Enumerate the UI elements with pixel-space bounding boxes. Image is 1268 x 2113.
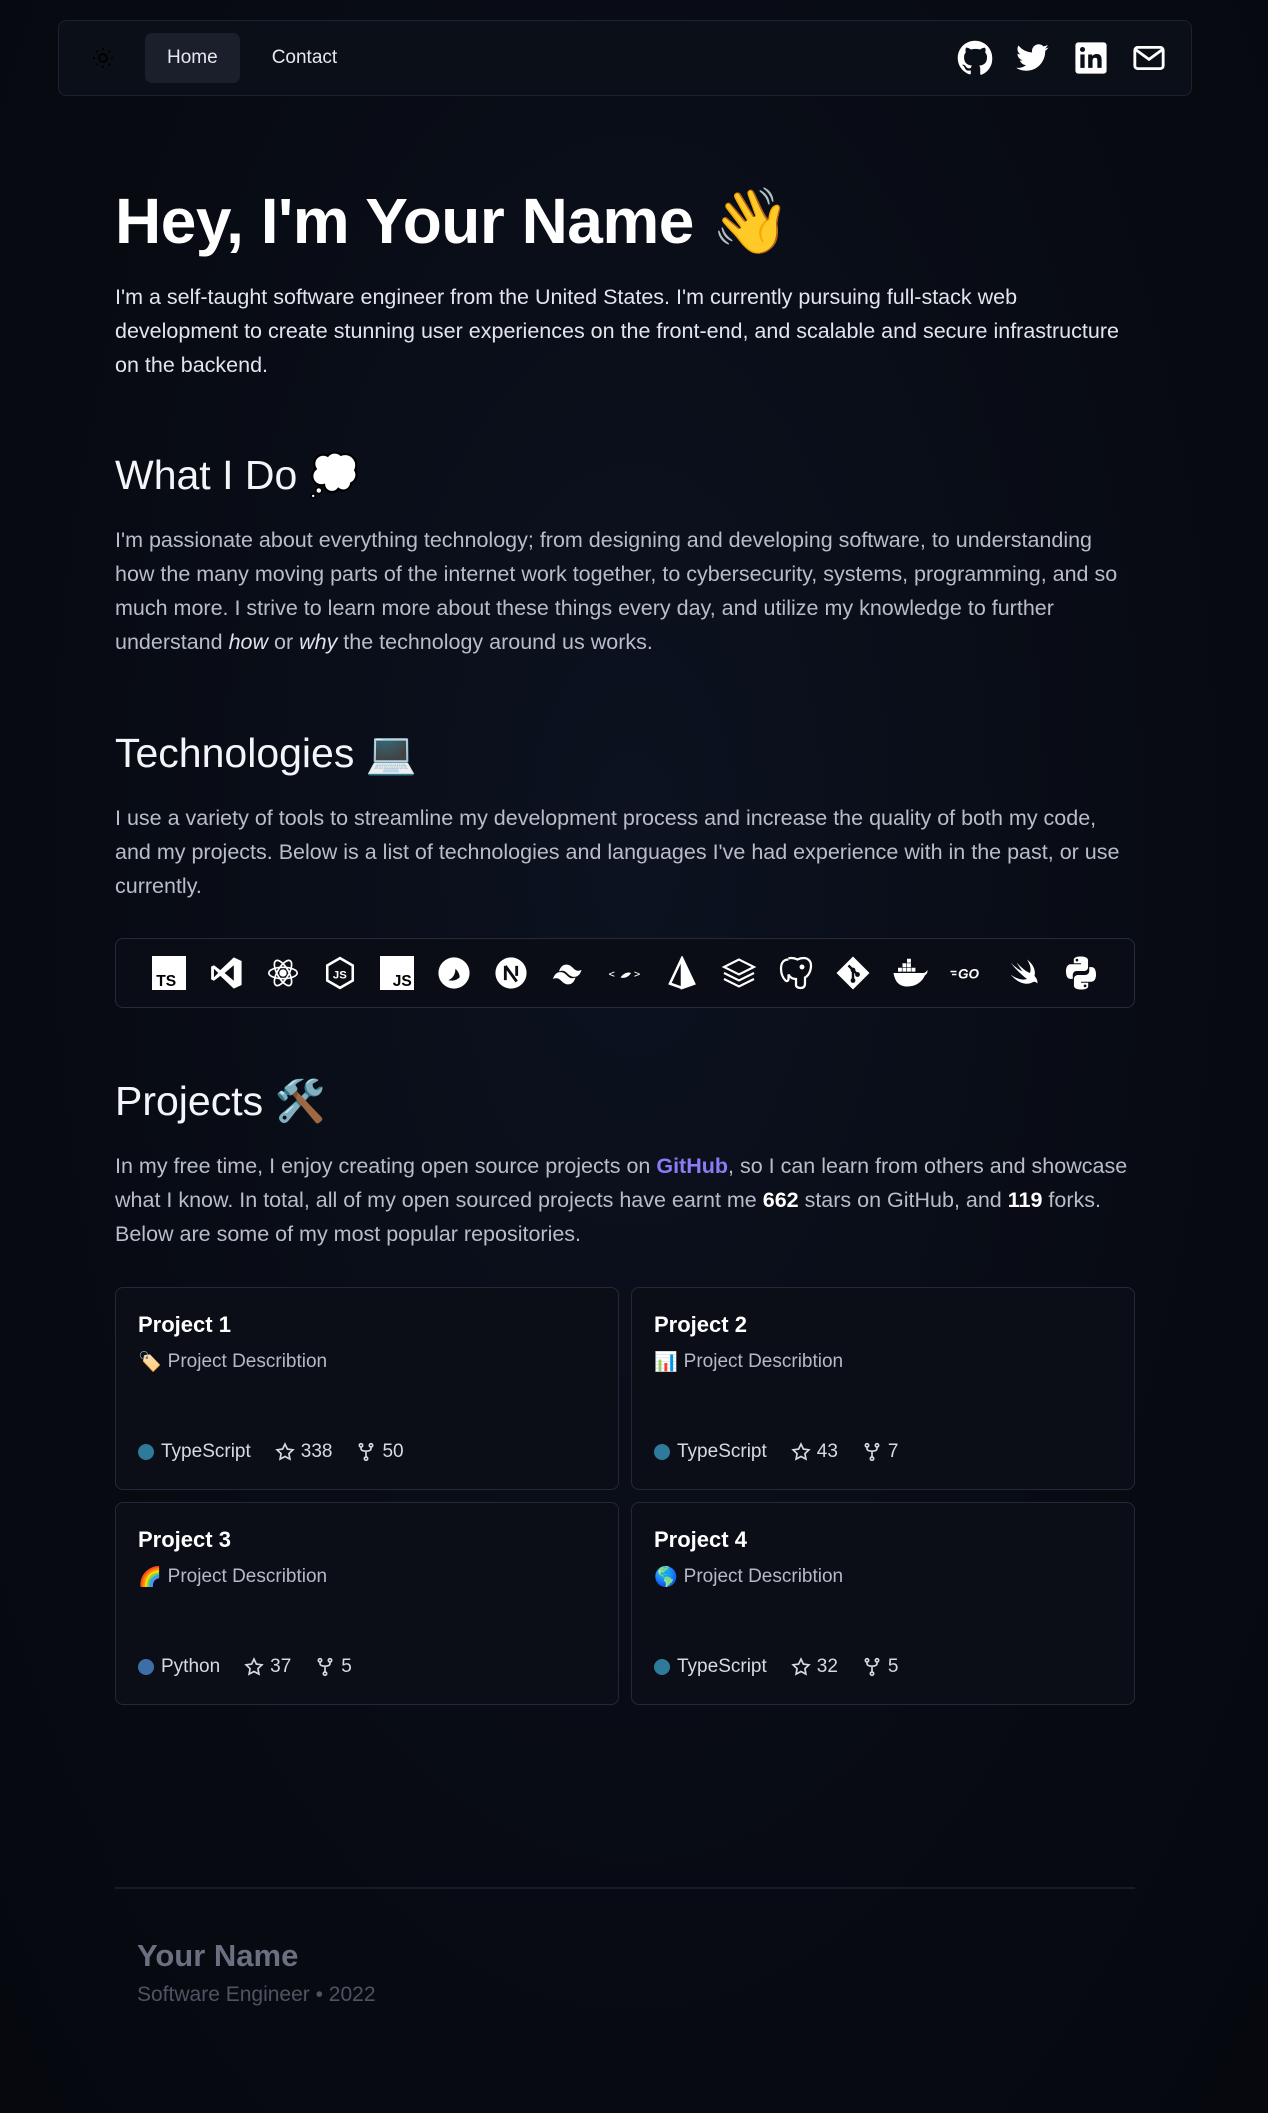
svg-text:JS: JS [333, 970, 347, 982]
project-description: Project Describtion [683, 1350, 844, 1372]
tailwind-icon [550, 955, 586, 991]
fork-icon [864, 1442, 880, 1462]
what-i-do-heading: What I Do 💭 [115, 452, 360, 498]
prisma-icon [664, 955, 700, 991]
postgresql-icon [778, 955, 814, 991]
svg-text:>: > [634, 969, 640, 981]
project-card[interactable]: Project 3 🌈 Project Describtion Python 37… [115, 1502, 619, 1705]
hero-title: Hey, I'm Your Name 👋 [115, 185, 791, 257]
what-i-do-text: I'm passionate about everything technolo… [115, 528, 1118, 654]
project-forks: 50 [382, 1441, 404, 1462]
git-icon [835, 955, 871, 991]
project-forks: 7 [887, 1441, 899, 1462]
project-language: TypeScript [677, 1441, 767, 1462]
navbar: Home Contact [58, 20, 1192, 96]
stack-icon [721, 955, 757, 991]
github-icon[interactable] [957, 40, 993, 76]
gatsby-icon [436, 955, 472, 991]
star-icon [275, 1442, 295, 1461]
technologies-bar: TS JS JS < > GO [115, 938, 1135, 1008]
project-title: Project 1 [138, 1312, 231, 1337]
project-stars: 37 [270, 1656, 292, 1677]
astro-icon: < > [607, 955, 643, 991]
star-icon [791, 1657, 811, 1676]
language-dot [654, 1444, 670, 1460]
mail-icon[interactable] [1131, 40, 1167, 76]
language-dot [138, 1659, 154, 1675]
globe-emoji: 🌎 [654, 1566, 678, 1588]
footer-subtitle: Software Engineer • 2022 [137, 1983, 376, 2006]
svg-text:TS: TS [156, 973, 176, 990]
footer-name: Your Name [137, 1938, 299, 1973]
sun-icon[interactable] [79, 34, 127, 82]
project-stars: 43 [816, 1441, 838, 1462]
project-title: Project 3 [138, 1527, 231, 1552]
svg-text:GO: GO [958, 966, 980, 981]
project-stars: 32 [816, 1656, 838, 1677]
project-card[interactable]: Project 1 🏷️ Project Describtion TypeScri… [115, 1287, 619, 1490]
project-title: Project 4 [654, 1527, 747, 1552]
rainbow-emoji: 🌈 [138, 1566, 162, 1588]
project-cards: Project 1 🏷️ Project Describtion TypeScri… [115, 1287, 1135, 1705]
project-language: TypeScript [161, 1441, 251, 1462]
nodejs-icon: JS [322, 955, 358, 991]
vscode-icon [208, 955, 244, 991]
fork-icon [864, 1657, 880, 1677]
hero-intro: I'm a self-taught software engineer from… [115, 285, 1119, 377]
python-icon [1063, 955, 1099, 991]
project-language: TypeScript [677, 1656, 767, 1677]
fork-icon [358, 1442, 374, 1462]
javascript-icon: JS [379, 955, 415, 991]
project-forks: 5 [341, 1656, 352, 1677]
project-card[interactable]: Project 2 📊 Project Describtion TypeScrip… [631, 1287, 1135, 1490]
svg-text:<: < [609, 969, 615, 981]
project-title: Project 2 [654, 1312, 747, 1337]
projects-text: In my free time, I enjoy creating open s… [115, 1154, 1128, 1246]
star-icon [244, 1657, 264, 1676]
star-icon [791, 1442, 811, 1461]
social-links [957, 40, 1167, 76]
project-description: Project Describtion [167, 1350, 328, 1372]
project-description: Project Describtion [683, 1565, 844, 1587]
nextjs-icon [493, 955, 529, 991]
chart-emoji: 📊 [654, 1351, 678, 1373]
twitter-icon[interactable] [1015, 40, 1051, 76]
github-link[interactable]: GitHub [656, 1154, 728, 1178]
language-dot [138, 1444, 154, 1460]
project-forks: 5 [887, 1656, 899, 1677]
label-emoji: 🏷️ [138, 1351, 162, 1373]
project-description: Project Describtion [167, 1565, 328, 1587]
typescript-icon: TS [151, 955, 187, 991]
footer-divider [115, 1887, 1135, 1889]
project-language: Python [161, 1656, 221, 1677]
svg-text:JS: JS [393, 973, 412, 990]
language-dot [654, 1659, 670, 1675]
project-card[interactable]: Project 4 🌎 Project Describtion TypeScrip… [631, 1502, 1135, 1705]
fork-icon [317, 1657, 333, 1677]
linkedin-icon[interactable] [1073, 40, 1109, 76]
nav-home-link[interactable]: Home [145, 33, 240, 83]
swift-icon [1006, 955, 1042, 991]
technologies-heading: Technologies 💻 [115, 730, 417, 776]
docker-icon [892, 955, 928, 991]
projects-heading: Projects 🛠️ [115, 1078, 326, 1124]
react-icon [265, 955, 301, 991]
nav-contact-link[interactable]: Contact [250, 33, 359, 83]
go-icon: GO [949, 955, 985, 991]
project-stars: 338 [300, 1441, 333, 1462]
technologies-text: I use a variety of tools to streamline m… [115, 806, 1120, 898]
